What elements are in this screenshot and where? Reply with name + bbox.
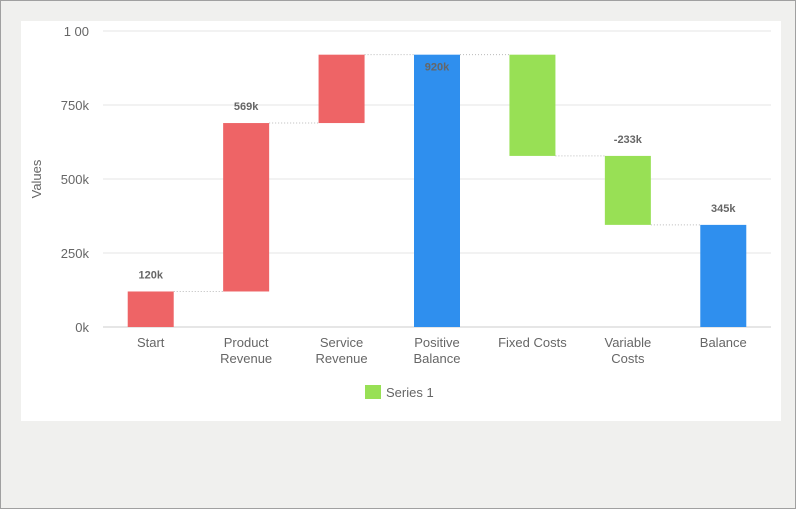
window-frame: 120k 569k 920k -233k 345k 0k 250k 500k 750k 1 00… (0, 0, 796, 509)
bar-decrease (509, 54, 556, 156)
y-axis-title: Values (29, 159, 44, 198)
y-axis-ticks: 0k 250k 500k 750k 1 00 (61, 24, 90, 335)
chart-panel: 120k 569k 920k -233k 345k 0k 250k 500k 750k 1 00… (21, 21, 781, 421)
x-tick-label: Revenue (316, 351, 368, 366)
x-tick-label: Variable (604, 335, 651, 350)
waterfall-chart: 120k 569k 920k -233k 345k 0k 250k 500k 750k 1 00… (29, 24, 771, 400)
x-tick-label: Product (224, 335, 269, 350)
bar-decrease (604, 155, 651, 225)
x-axis-ticks: Start ProductRevenueServiceRevenuePositiv… (137, 335, 747, 366)
bar-total (414, 54, 460, 328)
data-label: 120k (138, 269, 163, 281)
bar-total (700, 224, 747, 327)
legend-label-series-1[interactable]: Series 1 (386, 385, 434, 400)
data-label: 569k (234, 101, 259, 113)
y-tick-label: 1 00 (64, 24, 89, 39)
x-tick-label: Costs (611, 351, 645, 366)
x-tick-label: Revenue (220, 351, 272, 366)
x-tick-label: Positive (414, 335, 460, 350)
bars (127, 54, 747, 328)
data-label: 345k (711, 203, 736, 215)
y-tick-label: 250k (61, 246, 90, 261)
data-label: -233k (614, 134, 643, 146)
bar-increase (223, 123, 270, 292)
data-label: 920k (425, 62, 450, 74)
x-tick-label: Balance (414, 351, 461, 366)
y-tick-label: 750k (61, 98, 90, 113)
legend-swatch[interactable] (365, 385, 381, 399)
y-tick-label: 0k (75, 320, 89, 335)
x-tick-label: Fixed Costs (498, 335, 567, 350)
y-tick-label: 500k (61, 172, 90, 187)
x-tick-label: Balance (700, 335, 747, 350)
x-tick-label: Service (320, 335, 363, 350)
legend[interactable]: Series 1 (365, 385, 434, 400)
bar-increase (127, 291, 174, 327)
bar-increase (318, 54, 365, 124)
x-tick-label: Start (137, 335, 165, 350)
